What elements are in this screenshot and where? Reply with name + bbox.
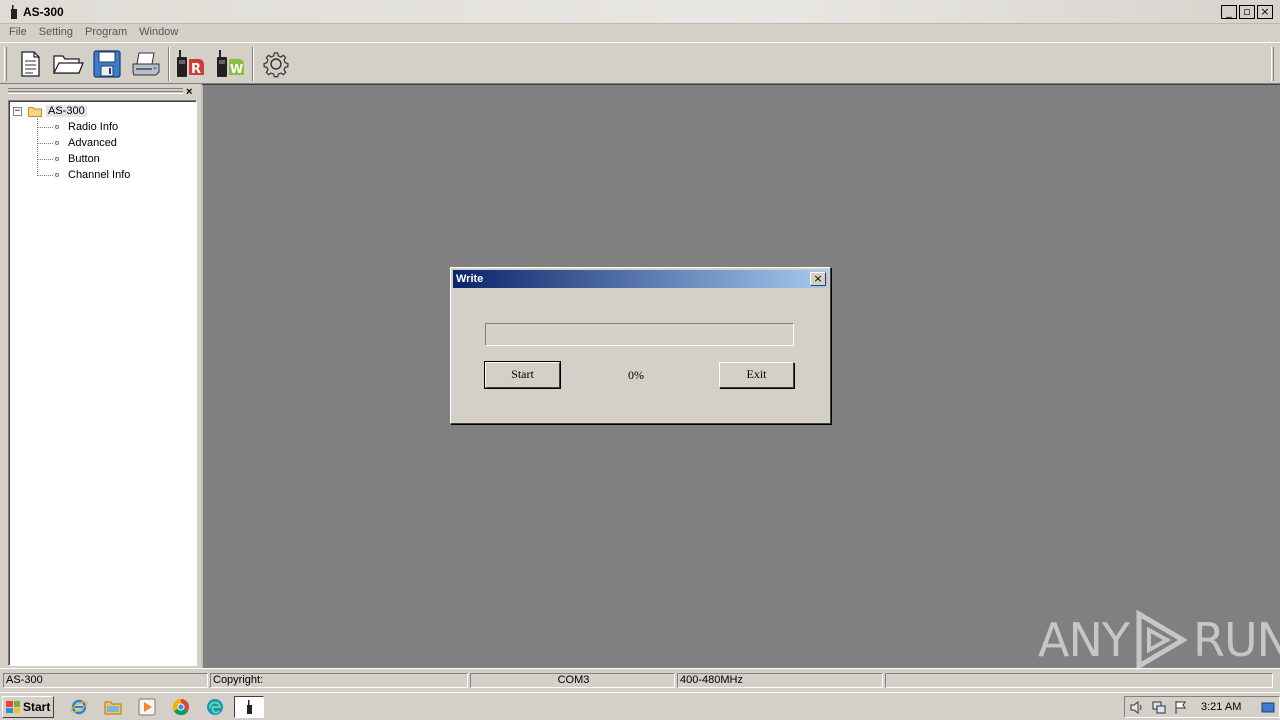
dialog-title: Write: [456, 273, 484, 285]
project-panel: × − AS-300 Radio Info Advanced Button Ch…: [0, 84, 201, 668]
status-model: AS-300: [3, 673, 208, 688]
write-dialog: Write × Start 0% Exit: [450, 267, 831, 424]
write-progress-bar: [485, 323, 794, 346]
show-desktop-icon[interactable]: [1261, 700, 1275, 715]
play-logo-icon: [1136, 610, 1188, 670]
save-icon: [93, 50, 121, 78]
window-titlebar: AS-300 _ ▫ ×: [0, 0, 1280, 24]
status-copyright: Copyright:: [210, 673, 468, 688]
print-button[interactable]: [128, 47, 164, 81]
status-extra: [885, 673, 1273, 688]
tree-item-label: Advanced: [68, 137, 117, 149]
start-label: Start: [23, 700, 51, 714]
tree-root[interactable]: − AS-300: [13, 103, 87, 119]
toolbar-separator: [168, 47, 170, 81]
tree-item-button[interactable]: Button: [37, 151, 100, 167]
internet-explorer-icon: [70, 699, 88, 715]
taskbar-edge[interactable]: [204, 697, 226, 717]
anyrun-watermark: ANY RUN: [1038, 605, 1280, 675]
watermark-right: RUN: [1192, 613, 1280, 667]
toolbar-grip[interactable]: [4, 47, 7, 81]
node-bullet-icon: [55, 125, 59, 129]
node-bullet-icon: [55, 157, 59, 161]
print-icon: [132, 52, 160, 76]
watermark-left: ANY: [1038, 613, 1130, 667]
tree-item-label: Channel Info: [68, 169, 131, 181]
radio-app-icon: [247, 700, 252, 714]
dialog-close-button[interactable]: ×: [810, 272, 826, 286]
progress-percent: 0%: [628, 368, 644, 382]
project-tree: − AS-300 Radio Info Advanced Button Chan…: [8, 100, 197, 666]
panel-grip[interactable]: [8, 88, 183, 94]
close-button[interactable]: ×: [1257, 5, 1273, 19]
windows-logo-icon: [6, 701, 20, 713]
minimize-button[interactable]: _: [1221, 5, 1237, 19]
settings-gear-icon: [263, 52, 289, 78]
taskbar-explorer[interactable]: [102, 697, 124, 717]
read-radio-icon: R: [177, 50, 204, 77]
tree-root-label: AS-300: [46, 105, 87, 117]
start-button-taskbar[interactable]: Start: [2, 696, 54, 718]
menu-file[interactable]: File: [3, 24, 33, 42]
folder-icon: [28, 106, 42, 117]
open-button[interactable]: [50, 47, 86, 81]
node-bullet-icon: [55, 141, 59, 145]
menu-setting[interactable]: Setting: [33, 24, 79, 42]
toolbar: R W: [0, 42, 1280, 84]
status-port: COM3: [470, 673, 675, 688]
start-button[interactable]: Start: [484, 361, 561, 389]
taskbar-ie[interactable]: [68, 697, 90, 717]
panel-close-button[interactable]: ×: [186, 86, 192, 98]
settings-button[interactable]: [258, 47, 294, 81]
dialog-titlebar[interactable]: Write ×: [453, 270, 828, 288]
network-icon[interactable]: [1151, 700, 1167, 715]
window-title: AS-300: [23, 5, 64, 19]
taskbar-as300[interactable]: [234, 696, 264, 718]
file-explorer-icon: [104, 701, 122, 715]
taskbar: Start 3:21 AM: [0, 692, 1280, 720]
open-folder-icon: [52, 55, 84, 74]
svg-text:W: W: [230, 62, 243, 76]
tree-item-advanced[interactable]: Advanced: [37, 135, 117, 151]
clock[interactable]: 3:21 AM: [1201, 701, 1241, 713]
taskbar-chrome[interactable]: [170, 697, 192, 717]
write-radio-icon: W: [217, 50, 244, 77]
toolbar-separator: [252, 47, 254, 81]
system-tray: 3:21 AM: [1124, 696, 1280, 718]
chrome-icon: [172, 698, 189, 716]
edge-icon: [207, 699, 223, 715]
maximize-button[interactable]: ▫: [1239, 5, 1255, 19]
menu-program[interactable]: Program: [79, 24, 133, 42]
media-player-icon: [138, 698, 156, 716]
menu-window[interactable]: Window: [133, 24, 184, 42]
tree-item-label: Button: [68, 153, 100, 165]
new-button[interactable]: [12, 47, 48, 81]
write-radio-button[interactable]: W: [212, 47, 248, 81]
save-button[interactable]: [89, 47, 125, 81]
volume-icon[interactable]: [1129, 700, 1145, 715]
read-radio-button[interactable]: R: [172, 47, 208, 81]
toolbar-grip-right: [1271, 47, 1274, 81]
action-center-flag-icon[interactable]: [1173, 700, 1189, 715]
tree-item-radio-info[interactable]: Radio Info: [37, 119, 118, 135]
tree-item-label: Radio Info: [68, 121, 119, 133]
status-frequency: 400-480MHz: [677, 673, 883, 688]
taskbar-media[interactable]: [136, 697, 158, 717]
new-document-icon: [21, 51, 40, 77]
node-bullet-icon: [55, 173, 59, 177]
collapse-icon[interactable]: −: [13, 106, 22, 116]
menu-bar: File Setting Program Window: [0, 24, 1280, 42]
svg-text:R: R: [191, 62, 201, 77]
radio-app-icon: [11, 5, 17, 19]
tree-item-channel-info[interactable]: Channel Info: [37, 167, 130, 183]
exit-button[interactable]: Exit: [719, 362, 794, 388]
